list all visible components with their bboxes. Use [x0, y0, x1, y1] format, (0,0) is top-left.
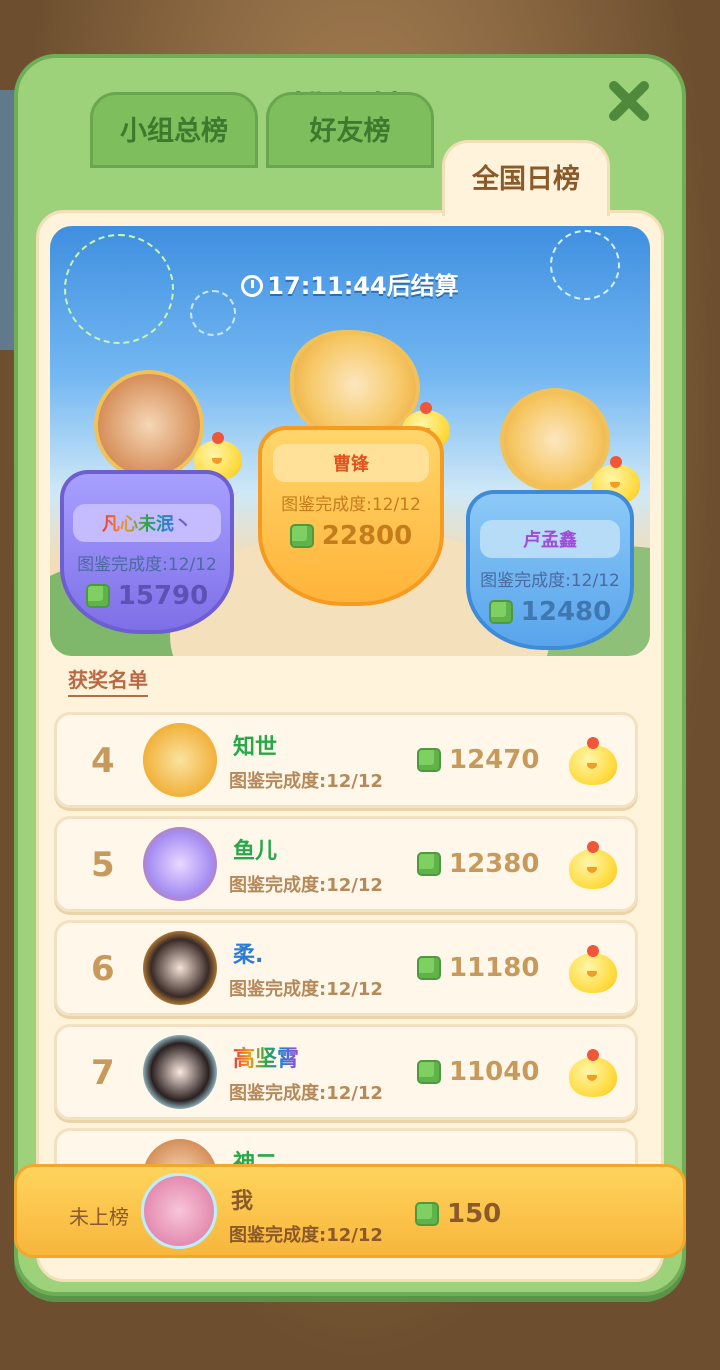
podium-progress: 图鉴完成度:12/12 — [281, 495, 421, 515]
podium-progress: 图鉴完成度:12/12 — [77, 555, 217, 575]
player-score: 12380 — [417, 849, 539, 879]
gem-icon — [417, 748, 441, 772]
podium-score: 15790 — [64, 581, 230, 611]
gem-icon — [289, 524, 314, 548]
rank-number: 7 — [91, 1053, 115, 1093]
player-name: 知世 — [233, 735, 278, 760]
podium-name: 卢孟鑫 — [480, 520, 620, 558]
gem-icon — [417, 1060, 441, 1084]
player-name: 柔. — [233, 943, 264, 968]
player-score: 11180 — [417, 953, 539, 983]
my-name: 我 — [231, 1189, 254, 1214]
chick-icon — [569, 841, 617, 889]
player-name: 鱼儿 — [233, 839, 278, 864]
rank-number: 4 — [91, 741, 115, 781]
tab-national-daily[interactable]: 全国日榜 — [442, 140, 610, 216]
avatar-rank-2[interactable] — [94, 370, 204, 480]
podium-score: 12480 — [470, 597, 630, 627]
avatar — [143, 931, 217, 1005]
tab-friends[interactable]: 好友榜 — [266, 92, 434, 168]
gem-icon — [488, 600, 513, 624]
gem-icon — [417, 852, 441, 876]
avatar — [143, 827, 217, 901]
list-item[interactable]: 5 鱼儿 图鉴完成度:12/12 12380 — [54, 816, 638, 912]
podium-name: 凡心未泯丶 — [73, 504, 221, 542]
avatar — [143, 1035, 217, 1109]
avatar — [143, 723, 217, 797]
podium-card-rank-3: 卢孟鑫 图鉴完成度:12/12 12480 — [466, 490, 634, 650]
chick-icon — [569, 1049, 617, 1097]
podium-score: 22800 — [262, 521, 440, 551]
my-rank-bar: 未上榜 我 图鉴完成度:12/12 150 — [14, 1164, 686, 1258]
settlement-timer: 17:11:44后结算 — [50, 266, 650, 301]
podium-progress: 图鉴完成度:12/12 — [480, 571, 620, 591]
winners-list-label[interactable]: 获奖名单 — [68, 664, 148, 697]
gem-icon — [85, 584, 110, 608]
rank-number: 6 — [91, 949, 115, 989]
player-progress: 图鉴完成度:12/12 — [229, 875, 383, 896]
list-item[interactable]: 4 知世 图鉴完成度:12/12 12470 — [54, 712, 638, 808]
player-progress: 图鉴完成度:12/12 — [229, 979, 383, 1000]
close-icon — [609, 81, 649, 121]
player-score: 11040 — [417, 1057, 539, 1087]
my-score: 150 — [415, 1199, 501, 1229]
player-progress: 图鉴完成度:12/12 — [229, 771, 383, 792]
gem-icon — [417, 956, 441, 980]
clock-icon — [241, 275, 264, 297]
list-item[interactable]: 7 高坚霄 图鉴完成度:12/12 11040 — [54, 1024, 638, 1120]
list-item[interactable]: 6 柔. 图鉴完成度:12/12 11180 — [54, 920, 638, 1016]
my-avatar[interactable] — [141, 1173, 217, 1249]
podium-name: 曹锋 — [273, 444, 429, 482]
close-button[interactable] — [606, 78, 652, 124]
gem-icon — [415, 1202, 439, 1226]
chick-icon — [569, 737, 617, 785]
rank-number: 5 — [91, 845, 115, 885]
podium-card-rank-1: 曹锋 图鉴完成度:12/12 22800 — [258, 426, 444, 606]
my-progress: 图鉴完成度:12/12 — [229, 1225, 383, 1246]
chick-icon — [569, 945, 617, 993]
my-rank-status: 未上榜 — [69, 1205, 129, 1229]
player-progress: 图鉴完成度:12/12 — [229, 1083, 383, 1104]
tab-group-total[interactable]: 小组总榜 — [90, 92, 258, 168]
podium-card-rank-2: 凡心未泯丶 图鉴完成度:12/12 15790 — [60, 470, 234, 634]
player-name: 高坚霄 — [233, 1041, 299, 1073]
player-score: 12470 — [417, 745, 539, 775]
